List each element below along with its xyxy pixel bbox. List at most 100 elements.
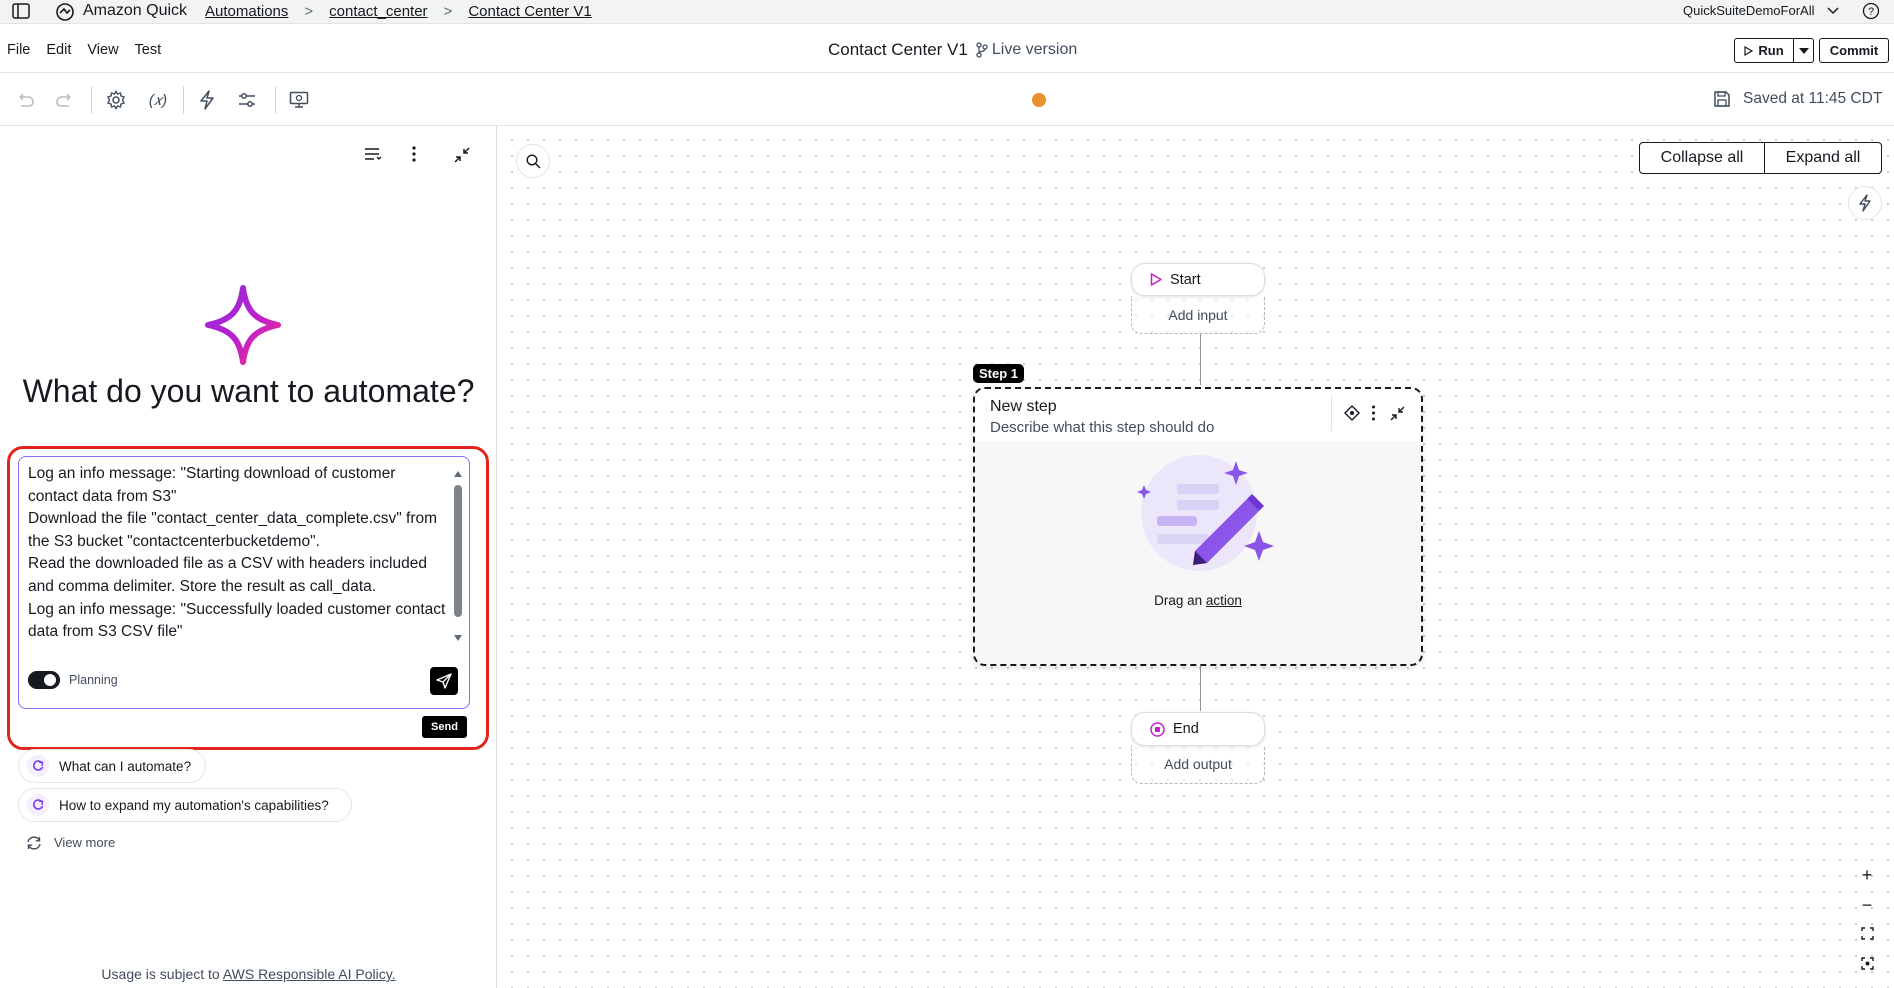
sparkle-star-icon (202, 284, 284, 366)
more-options-icon[interactable] (1371, 405, 1376, 421)
commit-button[interactable]: Commit (1819, 38, 1889, 63)
top-bar: Amazon Quick Automations > contact_cente… (0, 0, 1894, 24)
textarea-scrollbar[interactable] (451, 467, 465, 647)
zoom-out-icon[interactable]: − (1855, 893, 1879, 917)
usage-text: Usage is subject to (101, 966, 223, 982)
toolbar: (𝑥) Saved at 11:45 CDT (0, 74, 1894, 126)
expand-all-button[interactable]: Expand all (1764, 142, 1882, 174)
quick-action-button[interactable] (1848, 186, 1882, 220)
fit-view-icon[interactable] (1855, 921, 1879, 945)
settings-icon[interactable] (104, 88, 128, 112)
step-description[interactable]: Describe what this step should do (990, 419, 1214, 436)
send-tooltip: Send (422, 716, 467, 738)
toolbar-divider (183, 86, 184, 114)
end-label: End (1173, 721, 1199, 737)
lightning-icon (1858, 194, 1872, 212)
account-name: QuickSuiteDemoForAll (1683, 3, 1815, 18)
send-paper-plane-icon (436, 673, 452, 689)
breadcrumb-contact-center[interactable]: contact_center (329, 3, 427, 20)
connector-line (1200, 333, 1201, 385)
run-dropdown-button[interactable] (1794, 38, 1814, 63)
center-view-icon[interactable] (1855, 951, 1879, 975)
refresh-chat-icon (27, 755, 49, 777)
document-name: Contact Center V1 (828, 40, 968, 59)
end-add-output[interactable]: Add output (1131, 746, 1265, 784)
lightning-icon[interactable] (195, 88, 219, 112)
step-title[interactable]: New step (990, 398, 1057, 416)
step-node[interactable]: New step Describe what this step should … (973, 387, 1423, 666)
collapse-panel-icon[interactable] (454, 147, 470, 163)
menu-file[interactable]: File (7, 42, 30, 58)
variables-icon[interactable]: (𝑥) (144, 88, 172, 112)
account-menu[interactable]: QuickSuiteDemoForAll (1683, 3, 1839, 18)
save-disk-icon (1713, 90, 1731, 108)
svg-text:?: ? (1868, 6, 1874, 18)
sidebar-toggle-icon[interactable] (12, 3, 30, 19)
redo-icon[interactable] (53, 88, 77, 112)
chevron-right-icon: > (304, 3, 314, 20)
run-button-group: Run (1734, 38, 1814, 63)
prompt-textarea[interactable]: Log an info message: "Starting download … (28, 463, 448, 644)
app-name: Amazon Quick (83, 2, 188, 19)
view-more-label: View more (54, 835, 116, 850)
menu-edit[interactable]: Edit (46, 42, 71, 58)
start-node[interactable]: Start (1131, 263, 1265, 296)
suggestion-label: What can I automate? (59, 758, 192, 774)
chevron-right-icon: > (443, 3, 453, 20)
filter-sliders-icon[interactable] (235, 88, 259, 112)
assistant-panel: What do you want to automate? Log an inf… (0, 126, 497, 988)
breadcrumb: Automations > contact_center > Contact C… (205, 3, 592, 20)
end-node[interactable]: End (1131, 712, 1265, 746)
planning-label: Planning (69, 673, 118, 687)
saved-status: Saved at 11:45 CDT (1743, 90, 1883, 107)
caret-down-icon (1798, 47, 1809, 54)
branch-icon (976, 42, 988, 58)
help-icon[interactable]: ? (1862, 2, 1880, 20)
version-label[interactable]: Live version (992, 41, 1077, 59)
breadcrumb-automations[interactable]: Automations (205, 3, 288, 20)
drag-hint-text: Drag an (1154, 593, 1206, 608)
zoom-in-icon[interactable]: + (1855, 863, 1879, 887)
more-options-icon[interactable] (411, 146, 417, 162)
collapse-all-button[interactable]: Collapse all (1639, 142, 1765, 174)
play-icon (1744, 45, 1754, 56)
status-indicator-dot (1032, 93, 1046, 107)
drag-action-hint: Drag an action (975, 593, 1421, 608)
undo-icon[interactable] (13, 88, 37, 112)
planning-toggle[interactable] (28, 671, 60, 689)
refresh-icon (26, 835, 42, 850)
assistant-heading: What do you want to automate? (22, 373, 475, 409)
stop-circle-icon (1150, 721, 1165, 737)
run-label: Run (1758, 43, 1784, 58)
toolbar-divider (91, 86, 92, 114)
responsible-ai-policy-link[interactable]: AWS Responsible AI Policy. (223, 966, 396, 982)
chevron-down-icon (1826, 6, 1839, 15)
breadcrumb-current[interactable]: Contact Center V1 (468, 3, 591, 20)
play-icon (1150, 273, 1162, 286)
action-link[interactable]: action (1206, 593, 1242, 608)
prompt-input-card[interactable]: Log an info message: "Starting download … (18, 456, 470, 709)
document-title: Contact Center V1 Live version (828, 40, 1077, 60)
step-badge: Step 1 (973, 364, 1025, 383)
search-icon (525, 153, 541, 169)
suggestion-label: How to expand my automation's capabiliti… (59, 797, 329, 813)
amazon-quick-logo-icon (55, 2, 75, 22)
toggle-knob (44, 674, 56, 686)
diamond-action-icon[interactable] (1344, 405, 1360, 421)
menu-test[interactable]: Test (135, 42, 162, 58)
menu-bar: File Edit View Test Contact Center V1 Li… (0, 25, 1894, 73)
preview-monitor-icon[interactable] (287, 88, 311, 112)
canvas-search-button[interactable] (516, 144, 550, 178)
menu-view[interactable]: View (87, 42, 118, 58)
suggestion-chip[interactable]: What can I automate? (18, 749, 206, 783)
start-label: Start (1170, 271, 1201, 288)
suggestion-chip[interactable]: How to expand my automation's capabiliti… (18, 788, 352, 822)
usage-footer: Usage is subject to AWS Responsible AI P… (0, 966, 497, 982)
collapse-step-icon[interactable] (1390, 406, 1405, 421)
run-button[interactable]: Run (1734, 38, 1794, 63)
history-list-icon[interactable] (364, 146, 382, 162)
header-divider (1331, 395, 1332, 431)
start-add-input[interactable]: Add input (1131, 296, 1265, 334)
send-button[interactable] (430, 667, 458, 695)
view-more-link[interactable]: View more (26, 835, 115, 850)
